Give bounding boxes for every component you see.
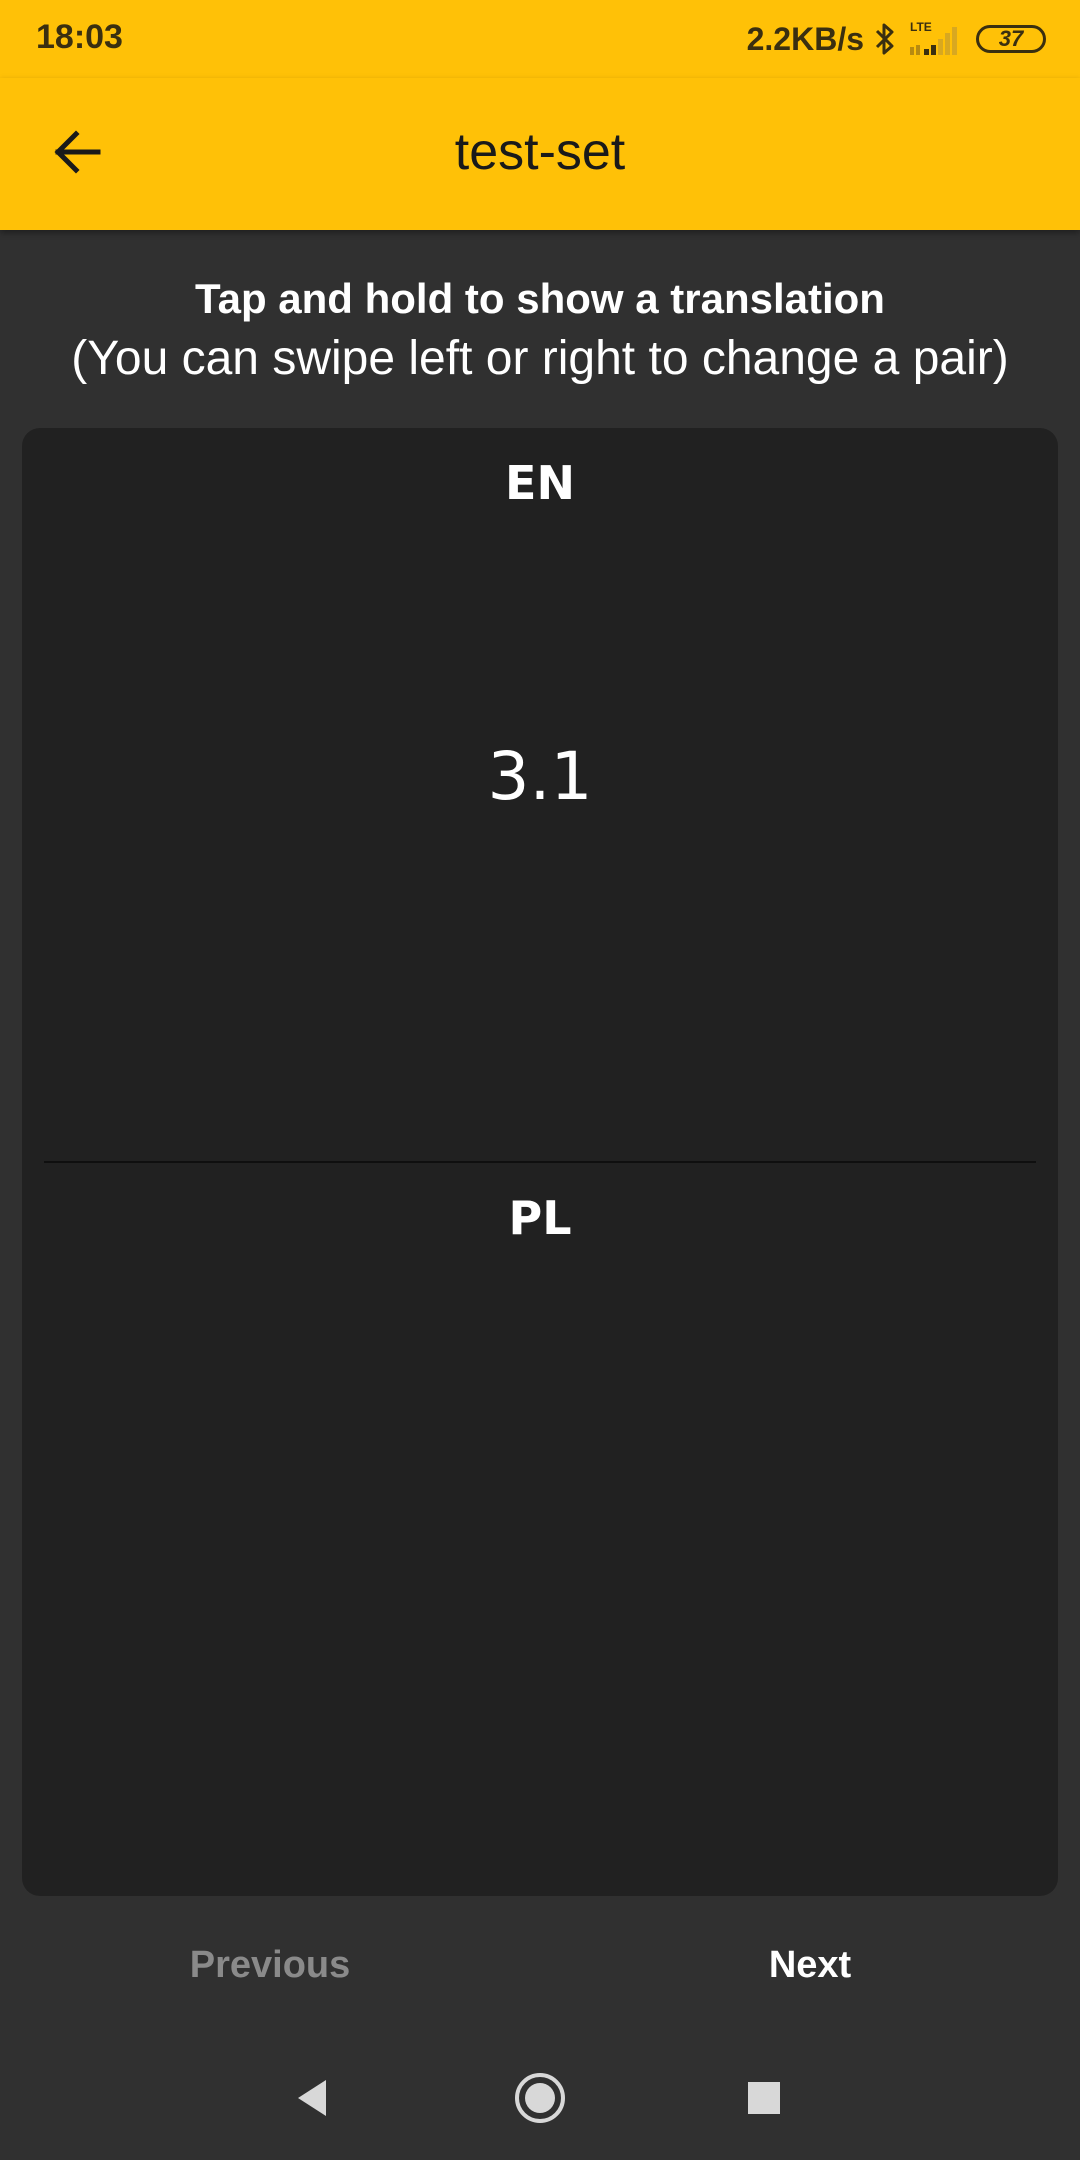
translation-area[interactable] bbox=[22, 1164, 1058, 1896]
circle-home-icon bbox=[513, 2071, 567, 2130]
next-button[interactable]: Next bbox=[660, 1920, 960, 2010]
triangle-back-icon bbox=[292, 2076, 332, 2125]
app-bar: test-set bbox=[0, 78, 1080, 230]
status-indicators: 2.2KB/s LTE 37 bbox=[747, 14, 1046, 64]
battery-icon: 37 bbox=[976, 25, 1046, 53]
source-language-label: EN bbox=[505, 456, 575, 510]
instructions: Tap and hold to show a translation (You … bbox=[0, 270, 1080, 390]
system-home-button[interactable] bbox=[490, 2050, 590, 2150]
instruction-primary: Tap and hold to show a translation bbox=[195, 275, 885, 322]
status-bar: 18:03 2.2KB/s LTE 37 bbox=[0, 0, 1080, 78]
instruction-secondary: (You can swipe left or right to change a… bbox=[71, 332, 1009, 385]
system-recents-button[interactable] bbox=[714, 2050, 814, 2150]
card-divider bbox=[44, 1161, 1036, 1163]
pair-navigation: Previous Next bbox=[0, 1920, 1080, 2010]
system-back-button[interactable] bbox=[262, 2050, 362, 2150]
signal-icon: LTE bbox=[906, 19, 966, 59]
flashcard[interactable]: EN 3.1 PL bbox=[22, 428, 1058, 1896]
page-title: test-set bbox=[454, 123, 626, 181]
system-navigation-bar bbox=[0, 2040, 1080, 2160]
previous-button[interactable]: Previous bbox=[120, 1920, 420, 2010]
battery-level: 37 bbox=[998, 26, 1024, 51]
bluetooth-icon bbox=[874, 22, 896, 56]
status-time: 18:03 bbox=[36, 18, 123, 56]
square-recents-icon bbox=[746, 2080, 782, 2121]
network-speed: 2.2KB/s bbox=[746, 20, 864, 57]
lte-label: LTE bbox=[910, 20, 932, 34]
source-word: 3.1 bbox=[487, 738, 593, 815]
